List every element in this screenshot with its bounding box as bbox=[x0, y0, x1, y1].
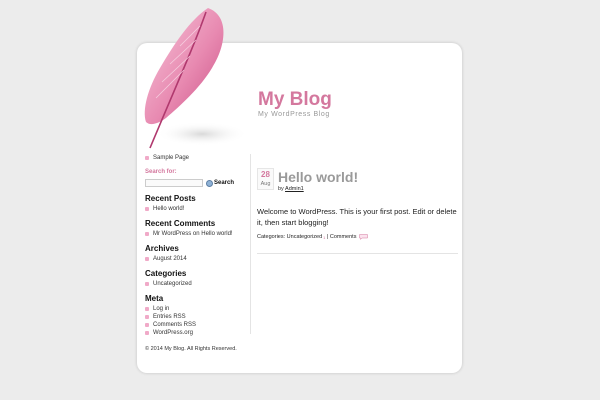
category-link[interactable]: Uncategorized bbox=[145, 280, 245, 288]
column-divider bbox=[250, 154, 251, 334]
author-link[interactable]: Admin1 bbox=[285, 186, 304, 192]
bullet-icon bbox=[145, 331, 149, 335]
footer-copyright: © 2014 My Blog. All Rights Reserved. bbox=[145, 346, 237, 352]
bullet-icon bbox=[145, 307, 149, 311]
meta-link-comments-rss[interactable]: Comments RSS bbox=[145, 321, 245, 329]
post-category-link[interactable]: Uncategorized bbox=[287, 234, 322, 240]
bullet-icon bbox=[145, 156, 149, 160]
recent-post-link[interactable]: Hello world! bbox=[145, 205, 245, 213]
bullet-icon bbox=[145, 232, 149, 236]
search-input[interactable] bbox=[145, 179, 203, 187]
site-title[interactable]: My Blog bbox=[258, 90, 332, 110]
nav-link-label: Sample Page bbox=[153, 155, 190, 161]
search-label: Search for: bbox=[145, 169, 177, 175]
nav-link-sample-page[interactable]: Sample Page bbox=[145, 154, 245, 162]
post-body: Welcome to WordPress. This is your first… bbox=[257, 207, 457, 227]
recent-posts-list: Hello world! bbox=[145, 205, 245, 213]
search-button-label: Search bbox=[214, 180, 235, 186]
byline-prefix: by bbox=[278, 186, 284, 192]
archive-link[interactable]: August 2014 bbox=[145, 255, 245, 263]
feather-logo bbox=[144, 8, 248, 149]
search-form: Search bbox=[145, 178, 245, 188]
meta-link-log-in[interactable]: Log in bbox=[145, 305, 245, 313]
recent-posts-title: Recent Posts bbox=[145, 194, 196, 203]
bullet-icon bbox=[145, 282, 149, 286]
post-date-month: Aug bbox=[260, 181, 271, 187]
category-count: 1 bbox=[323, 234, 326, 240]
comments-link[interactable]: | Comments bbox=[327, 234, 357, 240]
meta-link-wordpress-org[interactable]: WordPress.org bbox=[145, 329, 245, 337]
categories-label: Categories: bbox=[257, 234, 286, 240]
sidebar: Sample Page Search for: Search Recent Po… bbox=[145, 154, 245, 337]
recent-comment-label: Mr WordPress on Hello world! bbox=[153, 231, 233, 237]
post-date-day: 28 bbox=[261, 170, 270, 179]
archives-list: August 2014 bbox=[145, 255, 245, 263]
recent-comments-list: Mr WordPress on Hello world! bbox=[145, 230, 245, 238]
archives-title: Archives bbox=[145, 244, 179, 253]
meta-link-entries-rss[interactable]: Entries RSS bbox=[145, 313, 245, 321]
categories-title: Categories bbox=[145, 269, 187, 278]
meta-link-label: Entries RSS bbox=[153, 314, 186, 320]
recent-comments-title: Recent Comments bbox=[145, 219, 216, 228]
post-date-box: 28 Aug bbox=[257, 168, 274, 190]
category-label: Uncategorized bbox=[153, 281, 192, 287]
post-title[interactable]: Hello world! bbox=[278, 169, 358, 185]
search-button[interactable]: Search bbox=[206, 179, 235, 187]
categories-list: Uncategorized bbox=[145, 280, 245, 288]
meta-list: Log in Entries RSS Comments RSS WordPres… bbox=[145, 305, 245, 337]
bullet-icon bbox=[145, 315, 149, 319]
meta-link-label: Log in bbox=[153, 306, 170, 312]
post-divider bbox=[257, 253, 458, 254]
archive-label: August 2014 bbox=[153, 256, 187, 262]
search-icon bbox=[206, 179, 213, 187]
bullet-icon bbox=[145, 207, 149, 211]
meta-title: Meta bbox=[145, 294, 164, 303]
speech-bubble-icon[interactable] bbox=[359, 234, 369, 240]
recent-comment-link[interactable]: Mr WordPress on Hello world! bbox=[145, 230, 245, 238]
recent-post-label: Hello world! bbox=[153, 206, 185, 212]
post-meta: Categories: Uncategorized 1 | Comments bbox=[257, 234, 369, 240]
post-byline: by Admin1 bbox=[278, 186, 304, 192]
meta-link-label: Comments RSS bbox=[153, 322, 197, 328]
meta-link-label: WordPress.org bbox=[153, 330, 193, 336]
bullet-icon bbox=[145, 257, 149, 261]
bullet-icon bbox=[145, 323, 149, 327]
site-description: My WordPress Blog bbox=[258, 111, 330, 118]
pages-list: Sample Page bbox=[145, 154, 245, 162]
